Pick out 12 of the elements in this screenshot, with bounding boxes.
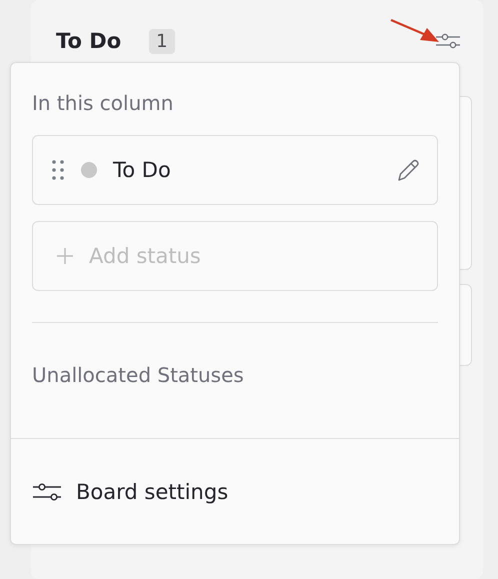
count-badge: 1 xyxy=(149,28,175,54)
annotation-arrow xyxy=(390,18,440,44)
settings-icon[interactable] xyxy=(435,33,461,49)
board-settings-button[interactable]: Board settings xyxy=(11,439,459,544)
column-title: To Do xyxy=(56,29,122,53)
status-item[interactable]: To Do xyxy=(32,135,438,205)
section-title: In this column xyxy=(32,91,174,115)
section-title: Unallocated Statuses xyxy=(32,363,245,387)
drag-handle-icon[interactable] xyxy=(51,159,65,181)
plus-icon xyxy=(57,248,73,264)
settings-icon xyxy=(32,482,64,502)
status-name: To Do xyxy=(113,158,171,182)
